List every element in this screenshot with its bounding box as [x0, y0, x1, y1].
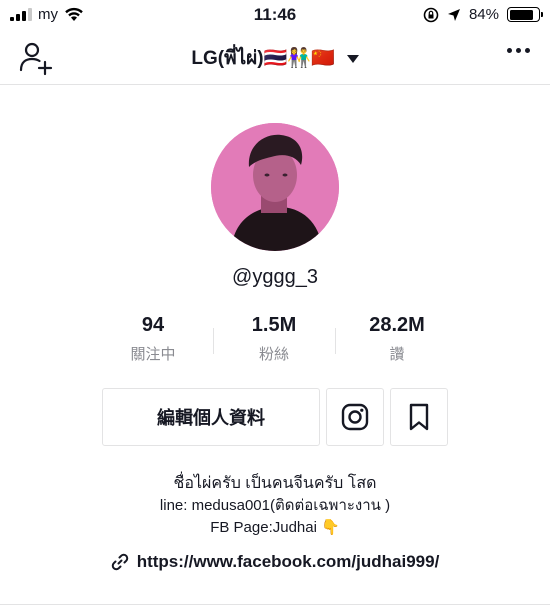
- following-label: 關注中: [130, 346, 176, 363]
- following-count: 94: [141, 314, 165, 336]
- avatar[interactable]: [211, 123, 339, 251]
- profile-bio: ชื่อไผ่ครับ เป็นคนจีนครับ โสด line: medu…: [0, 473, 550, 539]
- edit-profile-button[interactable]: 編輯個人資料: [102, 388, 320, 446]
- instagram-button[interactable]: [326, 388, 384, 446]
- profile-link-url[interactable]: https://www.facebook.com/judhai999/: [137, 552, 440, 572]
- profile-nav-bar: LG(พี่ไผ่)🇹🇭👫🇨🇳: [0, 30, 550, 85]
- location-arrow-icon: [447, 8, 460, 21]
- bio-line: ชื่อไผ่ครับ เป็นคนจีนครับ โสด: [173, 475, 377, 492]
- favorites-button[interactable]: [390, 388, 448, 446]
- screen-lock-icon: [423, 7, 439, 22]
- stat-followers[interactable]: 1.5M 粉絲: [214, 314, 334, 364]
- instagram-icon: [341, 403, 369, 431]
- account-title: LG(พี่ไผ่)🇹🇭👫🇨🇳: [191, 48, 335, 69]
- username: @yggg_3: [232, 266, 318, 288]
- stat-likes[interactable]: 28.2M 讚: [337, 314, 457, 364]
- followers-label: 粉絲: [258, 346, 289, 363]
- followers-count: 1.5M: [251, 314, 297, 336]
- caret-down-icon: [346, 55, 359, 63]
- bio-line: line: medusa001(ติดต่อเฉพาะงาน ): [159, 497, 391, 514]
- likes-label: 讚: [389, 346, 405, 363]
- profile-stats: 94 關注中 1.5M 粉絲 28.2M 讚: [0, 314, 550, 370]
- likes-count: 28.2M: [369, 314, 425, 336]
- stat-following[interactable]: 94 關注中: [93, 314, 213, 364]
- link-icon: [111, 553, 128, 571]
- account-switcher[interactable]: LG(พี่ไผ่)🇹🇭👫🇨🇳: [0, 43, 550, 73]
- status-right: 84%: [423, 6, 543, 23]
- battery-percent: 84%: [468, 6, 499, 23]
- battery-fill: [509, 9, 534, 20]
- battery-icon: [507, 7, 543, 22]
- avatar-photo: [211, 123, 339, 251]
- profile-link[interactable]: https://www.facebook.com/judhai999/: [0, 552, 550, 572]
- more-options-icon[interactable]: [507, 48, 530, 53]
- stat-divider: [335, 328, 336, 354]
- bookmark-icon: [409, 403, 429, 431]
- bio-line: FB Page:Judhai 👇: [210, 519, 340, 536]
- status-bar: my 11:46 84%: [0, 0, 550, 30]
